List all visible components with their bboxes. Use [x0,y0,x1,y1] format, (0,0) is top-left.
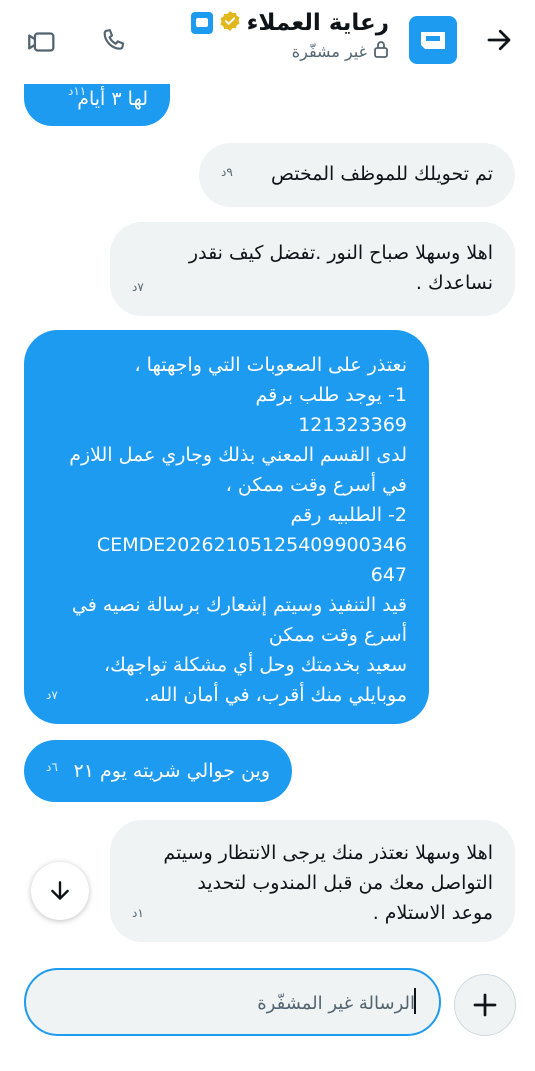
page-title: رعاية العملاء [246,10,389,36]
message-time: ٩د [221,165,233,179]
message-input[interactable] [55,988,415,1018]
add-attachment-button[interactable] [454,974,516,1036]
avatar[interactable] [409,16,457,64]
message-time: ٧د [132,280,144,294]
encryption-status: غير مشفّرة [291,41,367,61]
plus-icon [473,993,497,1017]
back-arrow-icon[interactable] [481,22,517,58]
message-composer[interactable] [24,968,441,1036]
message-bubble-incoming[interactable]: تم تحويلك للموظف المختص ٩د [199,143,515,207]
arrow-down-icon [51,881,69,900]
conversation-title-block[interactable]: رعاية العملاء غير مشفّرة [190,10,389,62]
scroll-to-bottom-button[interactable] [31,862,89,920]
message-bubble-outgoing[interactable]: نعتذر على الصعوبات التي واجهتها ، 1- يوج… [24,330,429,724]
message-time: ١د [132,906,144,920]
phone-call-icon[interactable] [94,22,134,62]
message-text: لها ٣ أيام [77,88,148,110]
message-text: نعتذر على الصعوبات التي واجهتها ، 1- يوج… [69,354,407,706]
message-text: اهلا وسهلا نعتذر منك يرجى الانتظار وسيتم… [163,842,493,924]
text-cursor [414,988,416,1014]
message-bubble-incoming[interactable]: اهلا وسهلا صباح النور .تفضل كيف نقدر نسا… [110,222,515,316]
conversation-header: رعاية العملاء غير مشفّرة [0,0,535,84]
verified-badge-icon [219,10,241,36]
message-time: ٦د [46,760,58,774]
video-call-icon[interactable] [22,22,62,62]
affiliate-logo-icon [190,12,213,34]
message-bubble-incoming[interactable]: اهلا وسهلا نعتذر منك يرجى الانتظار وسيتم… [110,820,515,942]
message-bubble-outgoing[interactable]: وين جوالي شريته يوم ٢١ ٦د [24,740,292,802]
message-text: وين جوالي شريته يوم ٢١ [73,760,270,782]
message-time: ٧د [46,688,58,702]
message-text: تم تحويلك للموظف المختص [270,163,493,185]
lock-icon [373,40,389,62]
message-text: اهلا وسهلا صباح النور .تفضل كيف نقدر نسا… [188,242,493,294]
